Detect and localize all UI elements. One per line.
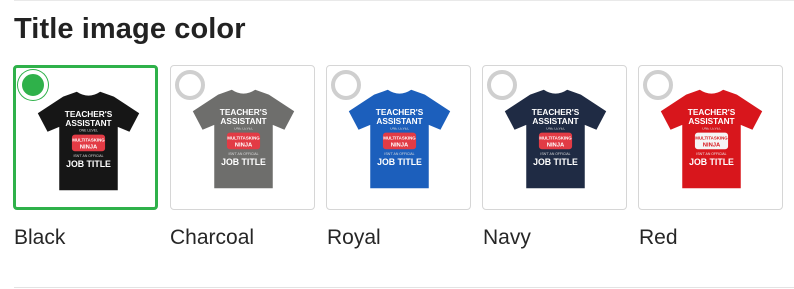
swatch-black[interactable]: TEACHER'S ASSISTANT ONE LEVEL MULTITASKI… xyxy=(13,65,158,210)
tshirt-image: TEACHER'S ASSISTANT ONE LEVEL MULTITASKI… xyxy=(192,89,295,189)
swatch-red[interactable]: TEACHER'S ASSISTANT ONE LEVEL MULTITASKI… xyxy=(638,65,783,210)
svg-text:JOB TITLE: JOB TITLE xyxy=(221,157,266,167)
tshirt-image: TEACHER'S ASSISTANT ONE LEVEL MULTITASKI… xyxy=(504,89,607,189)
svg-text:MULTITASKING: MULTITASKING xyxy=(539,136,572,141)
svg-text:ONE LEVEL: ONE LEVEL xyxy=(702,127,721,131)
swatch-label-red: Red xyxy=(639,226,678,249)
svg-text:JOB TITLE: JOB TITLE xyxy=(377,157,422,167)
swatch-label-navy: Navy xyxy=(483,226,531,249)
svg-text:MULTITASKING: MULTITASKING xyxy=(383,136,416,141)
svg-text:TEACHER'S: TEACHER'S xyxy=(532,108,580,117)
swatch-label-royal: Royal xyxy=(327,226,381,249)
svg-text:TEACHER'S: TEACHER'S xyxy=(376,108,424,117)
svg-text:NINJA: NINJA xyxy=(703,142,721,148)
svg-text:ISN'T AN OFFICIAL: ISN'T AN OFFICIAL xyxy=(73,154,103,158)
svg-text:JOB TITLE: JOB TITLE xyxy=(66,159,111,169)
svg-text:MULTITASKING: MULTITASKING xyxy=(72,138,105,143)
svg-text:ONE LEVEL: ONE LEVEL xyxy=(234,127,253,131)
svg-text:ASSISTANT: ASSISTANT xyxy=(688,117,734,126)
svg-text:ONE LEVEL: ONE LEVEL xyxy=(546,127,565,131)
tshirt-image: TEACHER'S ASSISTANT ONE LEVEL MULTITASKI… xyxy=(660,89,763,189)
svg-text:ISN'T AN OFFICIAL: ISN'T AN OFFICIAL xyxy=(540,152,570,156)
svg-text:JOB TITLE: JOB TITLE xyxy=(533,157,578,167)
svg-text:JOB TITLE: JOB TITLE xyxy=(689,157,734,167)
svg-text:ONE LEVEL: ONE LEVEL xyxy=(390,127,409,131)
svg-text:ASSISTANT: ASSISTANT xyxy=(532,117,578,126)
svg-text:TEACHER'S: TEACHER'S xyxy=(65,110,113,119)
swatch-label-charcoal: Charcoal xyxy=(170,226,255,249)
tshirt-image: TEACHER'S ASSISTANT ONE LEVEL MULTITASKI… xyxy=(37,91,140,191)
swatch-navy[interactable]: TEACHER'S ASSISTANT ONE LEVEL MULTITASKI… xyxy=(482,65,627,210)
bottom-divider xyxy=(14,287,794,288)
svg-text:ISN'T AN OFFICIAL: ISN'T AN OFFICIAL xyxy=(696,152,726,156)
swatch-label-black: Black xyxy=(14,226,66,249)
swatch-royal[interactable]: TEACHER'S ASSISTANT ONE LEVEL MULTITASKI… xyxy=(326,65,471,210)
svg-text:MULTITASKING: MULTITASKING xyxy=(227,136,260,141)
svg-text:ISN'T AN OFFICIAL: ISN'T AN OFFICIAL xyxy=(228,152,258,156)
svg-text:TEACHER'S: TEACHER'S xyxy=(220,108,268,117)
svg-text:NINJA: NINJA xyxy=(235,142,253,148)
swatch-charcoal[interactable]: TEACHER'S ASSISTANT ONE LEVEL MULTITASKI… xyxy=(170,65,315,210)
tshirt-image: TEACHER'S ASSISTANT ONE LEVEL MULTITASKI… xyxy=(348,89,451,189)
svg-text:MULTITASKING: MULTITASKING xyxy=(695,136,728,141)
svg-text:ONE LEVEL: ONE LEVEL xyxy=(79,129,98,133)
svg-text:ISN'T AN OFFICIAL: ISN'T AN OFFICIAL xyxy=(384,152,414,156)
color-swatch-list: TEACHER'S ASSISTANT ONE LEVEL MULTITASKI… xyxy=(0,0,794,289)
svg-text:ASSISTANT: ASSISTANT xyxy=(220,117,266,126)
svg-text:NINJA: NINJA xyxy=(391,142,409,148)
svg-text:TEACHER'S: TEACHER'S xyxy=(688,108,736,117)
svg-text:NINJA: NINJA xyxy=(80,144,98,150)
svg-text:ASSISTANT: ASSISTANT xyxy=(65,119,111,128)
svg-text:NINJA: NINJA xyxy=(547,142,565,148)
svg-text:ASSISTANT: ASSISTANT xyxy=(376,117,422,126)
